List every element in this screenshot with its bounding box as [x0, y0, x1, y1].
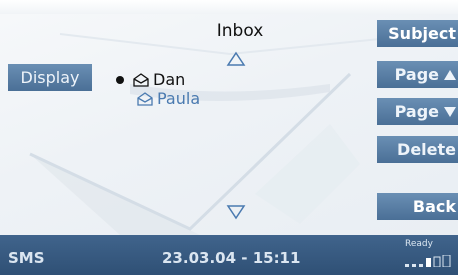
- triangle-up-icon: [444, 69, 456, 80]
- page-up-button-label: Page: [394, 65, 439, 84]
- signal-strength-icon: [405, 255, 451, 267]
- envelope-open-icon: [137, 91, 153, 106]
- message-item-dan[interactable]: Dan: [116, 70, 185, 89]
- scroll-down-arrow-icon[interactable]: [226, 204, 246, 220]
- subject-button-label: Subject: [388, 24, 456, 43]
- page-up-button[interactable]: Page: [377, 61, 458, 88]
- display-button[interactable]: Display: [8, 64, 92, 91]
- screen-title: Inbox: [216, 21, 264, 41]
- delete-button-label: Delete: [397, 140, 456, 159]
- display-button-label: Display: [20, 68, 80, 87]
- message-sender: Dan: [153, 70, 186, 89]
- delete-button[interactable]: Delete: [377, 136, 458, 163]
- status-datetime: 23.03.04 - 15:11: [162, 249, 301, 267]
- page-down-button[interactable]: Page: [377, 98, 458, 125]
- subject-button[interactable]: Subject: [377, 20, 458, 47]
- back-button-label: Back: [412, 197, 456, 216]
- page-down-button-label: Page: [394, 102, 439, 121]
- selected-bullet-icon: [116, 75, 124, 84]
- top-edge: [0, 0, 458, 14]
- envelope-open-icon: [133, 72, 149, 87]
- sms-inbox-screen: Inbox Display Dan Paula Subject Page Pag…: [0, 0, 458, 275]
- status-mode: SMS: [8, 249, 45, 267]
- network-status: Ready: [405, 239, 433, 249]
- scroll-up-arrow-icon[interactable]: [226, 51, 246, 67]
- triangle-down-icon: [444, 106, 456, 117]
- status-bar: SMS 23.03.04 - 15:11 Ready: [0, 235, 458, 275]
- message-item-paula[interactable]: Paula: [137, 89, 200, 108]
- back-button[interactable]: Back: [377, 193, 458, 220]
- message-sender: Paula: [157, 89, 201, 108]
